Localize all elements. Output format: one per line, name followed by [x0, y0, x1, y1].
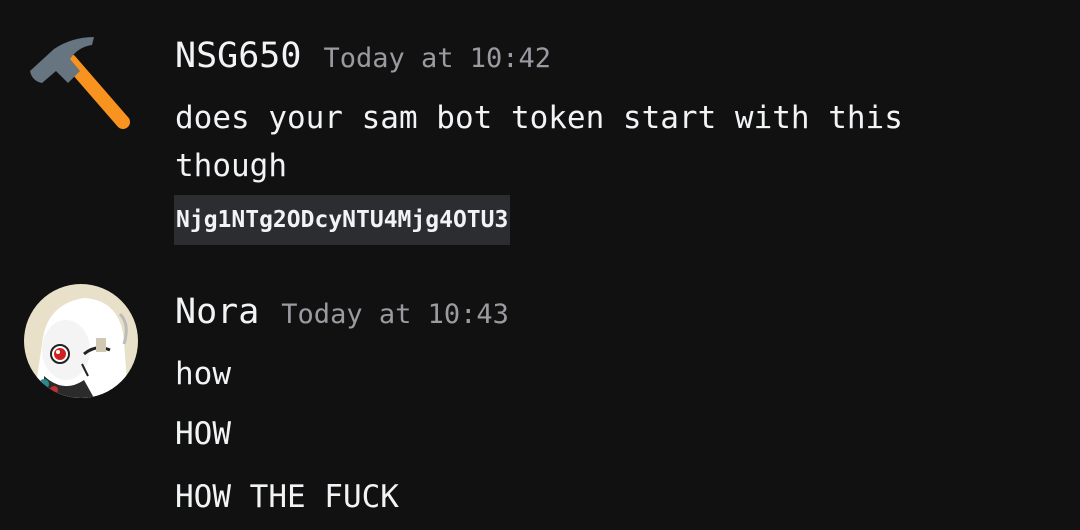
- timestamp: Today at 10:42: [323, 43, 552, 74]
- hammer-icon[interactable]: [24, 31, 138, 145]
- message-text: how: [175, 356, 231, 392]
- message-text: does your sam bot token start with this: [175, 100, 903, 136]
- avatar[interactable]: [24, 284, 138, 398]
- chat-message: Nora Today at 10:43 how HOW HOW THE FUCK: [0, 260, 1080, 530]
- message-text: though: [175, 148, 287, 184]
- message-text: HOW THE FUCK: [175, 479, 399, 515]
- message-header: NSG650 Today at 10:42: [175, 36, 551, 76]
- timestamp: Today at 10:43: [281, 299, 509, 330]
- chat-message: NSG650 Today at 10:42 does your sam bot …: [0, 0, 1080, 260]
- message-text: HOW: [175, 416, 231, 452]
- message-header: Nora Today at 10:43: [175, 292, 509, 332]
- inline-code: Njg1NTg2ODcyNTU4Mjg4OTU3: [174, 195, 511, 245]
- username[interactable]: NSG650: [175, 36, 301, 76]
- username[interactable]: Nora: [175, 292, 259, 332]
